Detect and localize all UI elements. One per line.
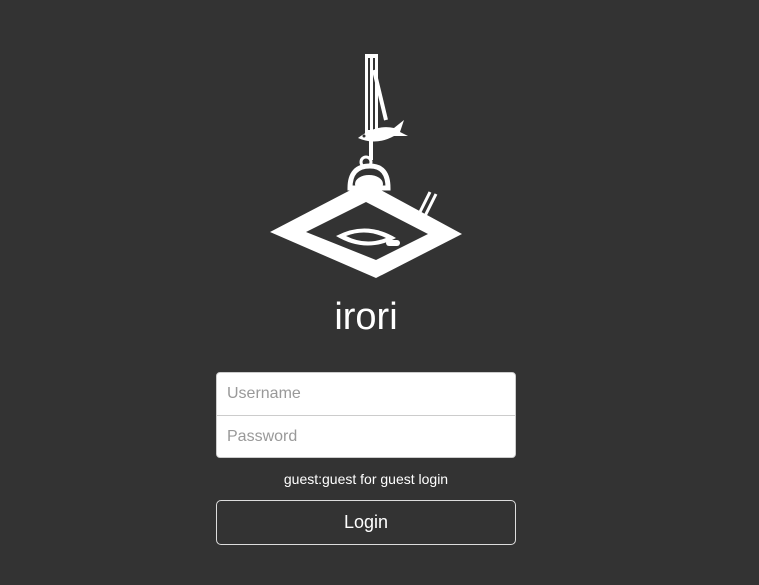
username-input[interactable] [217,373,515,415]
app-title: irori [334,296,398,338]
login-page: irori guest:guest for guest login Login [0,0,759,585]
irori-hearth-logo-icon [270,54,462,278]
credentials-input-group [216,372,516,458]
login-button[interactable]: Login [216,500,516,545]
password-input[interactable] [217,415,515,457]
login-form: guest:guest for guest login Login [216,372,516,545]
guest-login-hint: guest:guest for guest login [283,471,449,487]
